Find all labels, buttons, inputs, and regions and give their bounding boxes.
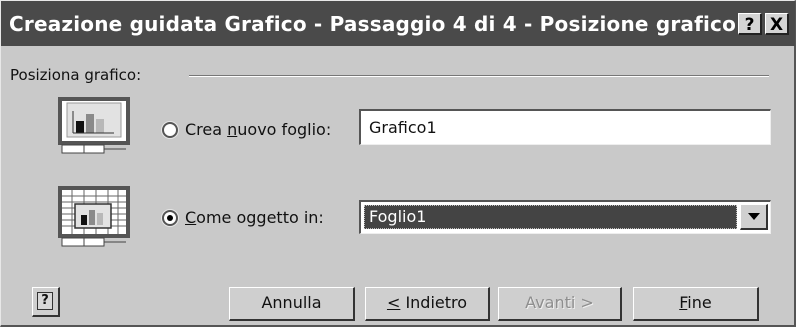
new-sheet-chart-icon (58, 97, 130, 154)
new-sheet-name-input[interactable]: Grafico1 (359, 109, 771, 145)
chart-wizard-dialog: Creazione guidata Grafico - Passaggio 4 … (0, 0, 796, 327)
title-bar[interactable]: Creazione guidata Grafico - Passaggio 4 … (1, 1, 795, 46)
dialog-title: Creazione guidata Grafico - Passaggio 4 … (9, 12, 737, 36)
sheet-select-value[interactable]: Foglio1 (364, 205, 737, 229)
as-object-radio[interactable] (162, 210, 178, 226)
radio-selected-dot (167, 215, 173, 221)
next-button[interactable]: Avanti > (498, 287, 622, 321)
close-icon[interactable]: X (765, 13, 789, 35)
finish-button[interactable]: Fine (633, 287, 759, 321)
dropdown-arrow-icon[interactable] (740, 204, 768, 230)
as-object-label[interactable]: Come oggetto in: (185, 208, 324, 227)
focus-rect (364, 205, 737, 229)
group-label: Posiziona grafico: (10, 66, 142, 84)
sheet-select[interactable]: Foglio1 (359, 200, 771, 234)
help-icon: ? (37, 292, 53, 310)
cancel-button[interactable]: Annulla (229, 287, 355, 321)
embedded-chart-icon (58, 186, 130, 247)
new-sheet-label[interactable]: Crea nuovo foglio: (185, 120, 331, 139)
help-button[interactable]: ? (32, 287, 60, 317)
back-button[interactable]: < Indietro (365, 287, 490, 321)
group-divider (189, 75, 769, 77)
new-sheet-radio[interactable] (162, 122, 178, 138)
help-icon[interactable]: ? (738, 13, 762, 35)
